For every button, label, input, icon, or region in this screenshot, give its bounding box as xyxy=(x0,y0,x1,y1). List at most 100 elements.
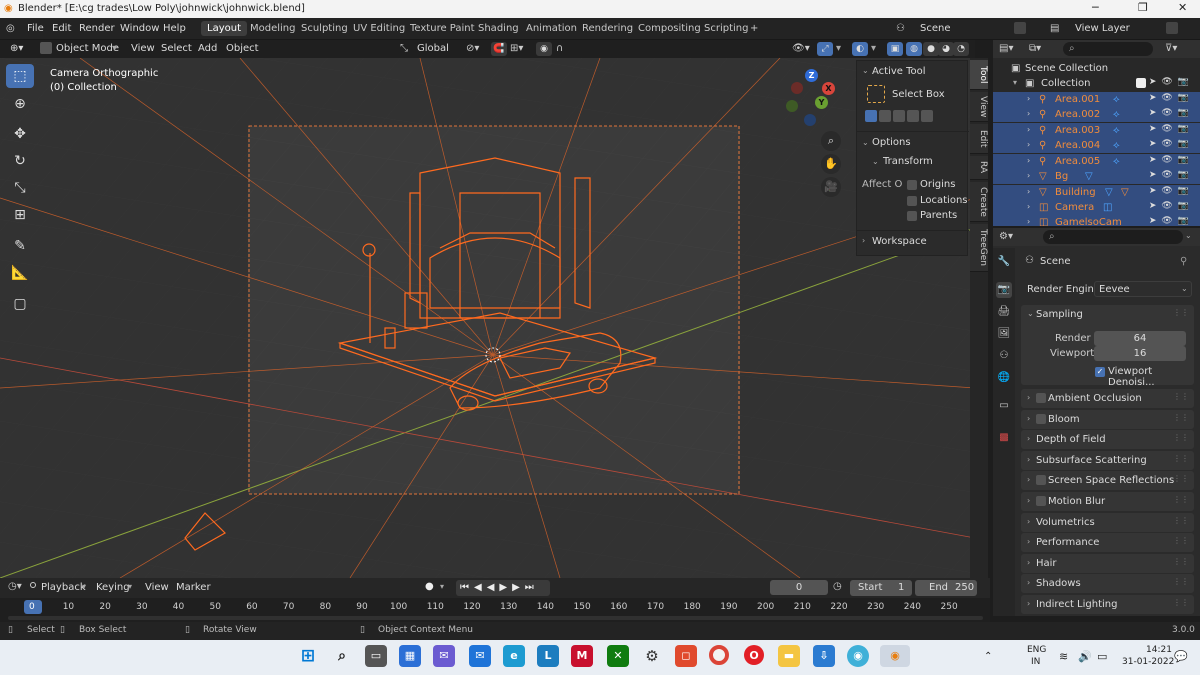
drag-handle-icon[interactable]: ⋮⋮ xyxy=(1173,308,1189,317)
globe-app-icon[interactable]: ◉ xyxy=(847,645,869,667)
chevron-right-icon[interactable]: › xyxy=(1027,517,1030,526)
menu-object[interactable]: Object xyxy=(226,43,259,54)
visibility-icons[interactable]: ➤👁📷 xyxy=(1149,155,1194,165)
keying-menu[interactable]: Keying xyxy=(96,582,130,593)
chrome-icon[interactable] xyxy=(709,645,729,665)
visibility-icons[interactable]: ➤👁📷 xyxy=(1149,216,1194,226)
edge-icon[interactable]: e xyxy=(503,645,525,667)
chevron-down-icon[interactable]: ▾ xyxy=(871,43,876,54)
blender-taskbar-icon[interactable]: ◉ xyxy=(880,645,910,667)
render-panel[interactable]: › Shadows ⋮⋮ xyxy=(1021,574,1194,594)
visibility-icons[interactable]: ➤👁📷 xyxy=(1149,201,1194,211)
cursor-icon[interactable]: ⊕ xyxy=(6,92,34,116)
chevron-down-icon[interactable]: ⌄ xyxy=(862,138,869,147)
z-axis-icon[interactable]: Z xyxy=(805,69,818,82)
chevron-down-icon[interactable]: ▾ xyxy=(1013,78,1017,87)
tab-compositing[interactable]: Compositing xyxy=(638,23,701,34)
rendered-shading-icon[interactable]: ◔ xyxy=(953,42,969,56)
render-panel[interactable]: › Depth of Field ⋮⋮ xyxy=(1021,430,1194,450)
snap-mode-icon[interactable]: ⊞▾ xyxy=(510,43,523,54)
falloff-icon[interactable]: ∩ xyxy=(556,43,563,54)
drag-handle-icon[interactable]: ⋮⋮ xyxy=(1173,536,1189,545)
teams-chat-icon[interactable]: ✉ xyxy=(433,645,455,667)
tab-create[interactable]: Create xyxy=(970,182,988,222)
visibility-icons[interactable]: ➤👁📷 xyxy=(1149,139,1194,149)
tab-modeling[interactable]: Modeling xyxy=(250,23,296,34)
menu-file[interactable]: File xyxy=(27,23,44,34)
scale-icon[interactable]: ⤡ xyxy=(6,176,34,200)
render-panel[interactable]: › Performance ⋮⋮ xyxy=(1021,533,1194,553)
x-axis-icon[interactable]: X xyxy=(822,82,835,95)
chevron-right-icon[interactable]: › xyxy=(1027,217,1030,226)
playback-menu[interactable]: Playback xyxy=(41,582,86,593)
render-panel[interactable]: › Bloom ⋮⋮ xyxy=(1021,409,1194,429)
start-frame-field[interactable]: Start 1 xyxy=(850,580,912,596)
tab-uv-editing[interactable]: UV Editing xyxy=(353,23,405,34)
tab-shading[interactable]: Shading xyxy=(478,23,519,34)
drag-handle-icon[interactable]: ⋮⋮ xyxy=(1173,433,1189,442)
chevron-down-icon[interactable]: ⌄ xyxy=(862,66,869,75)
drag-handle-icon[interactable]: ⋮⋮ xyxy=(1173,557,1189,566)
chevron-right-icon[interactable]: › xyxy=(1027,578,1030,587)
visibility-icon[interactable]: 👁▾ xyxy=(792,43,810,54)
pin-icon[interactable]: ⚲ xyxy=(1180,256,1187,267)
snap-icon[interactable]: 🧲 xyxy=(491,42,507,56)
current-frame-field[interactable]: 0 xyxy=(770,580,828,595)
select-box-icon[interactable]: ⬚ xyxy=(6,64,34,88)
texture-tab-icon[interactable]: ▩ xyxy=(996,430,1012,446)
chevron-right-icon[interactable]: › xyxy=(1027,393,1030,402)
render-panel[interactable]: › Subsurface Scattering ⋮⋮ xyxy=(1021,450,1194,470)
windows-start-icon[interactable]: ⊞ xyxy=(297,645,319,667)
panel-enable-checkbox[interactable] xyxy=(1036,496,1046,506)
menu-edit[interactable]: Edit xyxy=(52,23,71,34)
drag-handle-icon[interactable]: ⋮⋮ xyxy=(1173,598,1189,607)
tab-rendering[interactable]: Rendering xyxy=(582,23,633,34)
outliner-collection[interactable]: ▾ ▣ Collection ➤👁📷 xyxy=(993,76,1200,91)
render-panel[interactable]: › Volumetrics ⋮⋮ xyxy=(1021,512,1194,532)
mode-subtract-icon[interactable] xyxy=(893,110,905,122)
render-engine-dropdown[interactable]: Eevee ⌄ xyxy=(1094,281,1192,297)
wifi-icon[interactable]: ≋ xyxy=(1059,650,1068,663)
render-panel[interactable]: › Hair ⋮⋮ xyxy=(1021,553,1194,573)
include-checkbox[interactable] xyxy=(1136,78,1146,88)
panel-enable-checkbox[interactable] xyxy=(1036,413,1046,424)
settings-gear-icon[interactable]: ⚙ xyxy=(641,645,663,667)
chevron-down-icon[interactable]: ⌄ xyxy=(1185,231,1192,240)
tab-ra[interactable]: RA xyxy=(970,156,988,180)
parents-checkbox[interactable] xyxy=(907,211,917,221)
app-l-icon[interactable]: L xyxy=(537,645,559,667)
file-explorer-icon[interactable]: ▬ xyxy=(778,645,800,667)
add-workspace-button[interactable]: + xyxy=(750,23,758,34)
record-icon[interactable]: ● xyxy=(425,581,434,592)
denoise-checkbox[interactable]: ✓ xyxy=(1095,367,1105,377)
gizmo-toggle-icon[interactable]: ⤢ xyxy=(817,42,833,56)
transform-icon[interactable]: ⊞ xyxy=(6,203,34,227)
overlay-toggle-icon[interactable]: ◐ xyxy=(852,42,868,56)
xbox-icon[interactable]: ✕ xyxy=(607,645,629,667)
tool-tab-icon[interactable]: 🔧 xyxy=(996,254,1012,270)
neg-x-axis-icon[interactable] xyxy=(791,82,803,94)
world-tab-icon[interactable]: 🌐 xyxy=(996,370,1012,386)
output-tab-icon[interactable]: 🖨 xyxy=(996,304,1012,320)
clock-date[interactable]: 31-01-2022 xyxy=(1122,657,1174,667)
chevron-right-icon[interactable]: › xyxy=(1027,537,1030,546)
wireframe-shading-icon[interactable]: ◍ xyxy=(906,42,922,56)
outliner-item[interactable]: › ⚲ Area.003 ⟡ ➤👁📷 xyxy=(993,123,1200,138)
options-heading[interactable]: Options xyxy=(872,137,911,148)
editor-type-icon[interactable]: ▤▾ xyxy=(999,43,1013,54)
chevron-right-icon[interactable]: › xyxy=(1027,599,1030,608)
mode-extend-icon[interactable] xyxy=(879,110,891,122)
rotate-icon[interactable]: ↻ xyxy=(6,149,34,173)
add-cube-icon[interactable]: ▢ xyxy=(6,292,34,316)
mode-invert-icon[interactable] xyxy=(907,110,919,122)
sampling-heading[interactable]: Sampling xyxy=(1036,309,1083,320)
active-tool-heading[interactable]: Active Tool xyxy=(872,66,926,77)
outliner-item[interactable]: › ▽ Building ▽ ▽ ➤👁📷 xyxy=(993,185,1200,200)
pivot-icon[interactable]: ⊘▾ xyxy=(466,43,479,54)
outliner-item[interactable]: › ⚲ Area.005 ⟡ ➤👁📷 xyxy=(993,154,1200,169)
panel-enable-checkbox[interactable] xyxy=(1036,393,1046,403)
menu-view[interactable]: View xyxy=(131,43,155,54)
battery-icon[interactable]: ▭ xyxy=(1097,650,1107,663)
chevron-right-icon[interactable]: › xyxy=(1027,414,1030,423)
chevron-down-icon[interactable]: ⌄ xyxy=(1027,309,1034,318)
